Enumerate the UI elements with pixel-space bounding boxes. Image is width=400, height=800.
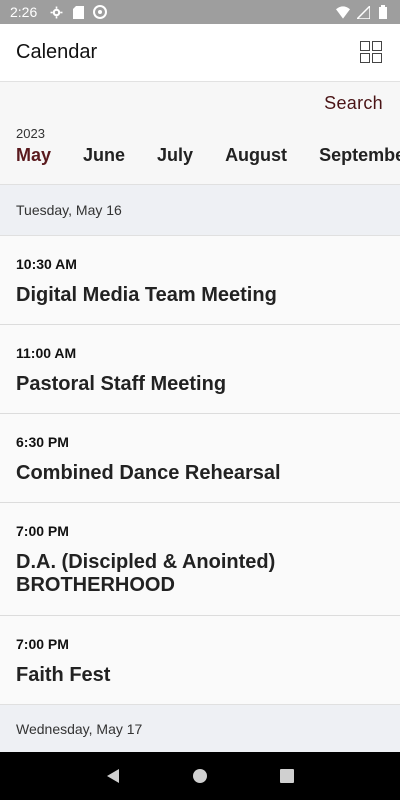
tab-month-july[interactable]: July	[157, 145, 193, 166]
wifi-icon	[336, 5, 350, 19]
event-title: Pastoral Staff Meeting	[16, 373, 227, 395]
event-time: 11:00 AM	[16, 345, 77, 361]
event-time: 7:00 PM	[16, 523, 69, 539]
sd-card-icon	[71, 5, 85, 19]
event-item[interactable]: 6:30 PM Combined Dance Rehearsal	[0, 414, 400, 503]
tab-month-june[interactable]: June	[83, 145, 125, 166]
page-title: Calendar	[16, 41, 98, 63]
month-tabs: May June July August September	[16, 145, 400, 166]
event-title: Digital Media Team Meeting	[16, 284, 277, 306]
tab-month-may[interactable]: May	[16, 145, 51, 166]
status-right	[336, 5, 390, 19]
grid-icon-cell	[360, 52, 370, 63]
event-title: Faith Fest	[16, 664, 111, 686]
screen: 2:26 Calendar Search 2023 May June July …	[0, 0, 400, 800]
grid-icon	[360, 40, 370, 51]
event-time: 10:30 AM	[16, 256, 77, 272]
navigation-bar	[0, 752, 400, 800]
day-header-label: Tuesday, May 16	[16, 202, 122, 218]
event-item[interactable]: 7:00 PM Faith Fest	[0, 616, 400, 705]
recents-button[interactable]	[275, 764, 299, 788]
at-sign-icon	[93, 5, 108, 19]
year-label: 2023	[16, 126, 45, 141]
event-time: 6:30 PM	[16, 434, 69, 450]
tab-month-august[interactable]: August	[225, 145, 287, 166]
tab-month-september[interactable]: September	[319, 145, 400, 166]
status-time: 2:26	[10, 4, 38, 20]
day-header-label: Wednesday, May 17	[16, 721, 143, 737]
day-header: Wednesday, May 17	[0, 704, 400, 754]
grid-icon-cell	[372, 40, 382, 51]
event-item[interactable]: 11:00 AM Pastoral Staff Meeting	[0, 325, 400, 414]
event-item[interactable]: 7:00 PM D.A. (Discipled & Anointed) BROT…	[0, 503, 400, 616]
recents-square-icon	[279, 769, 294, 783]
event-title: D.A. (Discipled & Anointed) BROTHERHOOD	[16, 551, 276, 596]
day-header: Tuesday, May 16	[0, 184, 400, 236]
grid-icon-cell	[372, 52, 382, 63]
gear-icon	[49, 5, 63, 19]
status-bar: 2:26	[0, 0, 400, 24]
signal-icon	[356, 5, 370, 19]
app-bar: Calendar	[0, 24, 400, 82]
back-triangle-icon	[107, 769, 120, 783]
event-item[interactable]: 10:30 AM Digital Media Team Meeting	[0, 236, 400, 325]
back-button[interactable]	[101, 764, 125, 788]
month-selector: Search 2023 May June July August Septemb…	[0, 82, 400, 184]
battery-icon	[376, 5, 390, 19]
grid-view-button[interactable]	[360, 40, 384, 65]
home-button[interactable]	[188, 764, 212, 788]
event-list: 10:30 AM Digital Media Team Meeting 11:0…	[0, 236, 400, 705]
event-time: 7:00 PM	[16, 636, 69, 652]
event-title: Combined Dance Rehearsal	[16, 462, 281, 484]
status-left: 2:26	[10, 4, 108, 20]
home-circle-icon	[192, 769, 207, 783]
search-button[interactable]: Search	[324, 93, 383, 114]
